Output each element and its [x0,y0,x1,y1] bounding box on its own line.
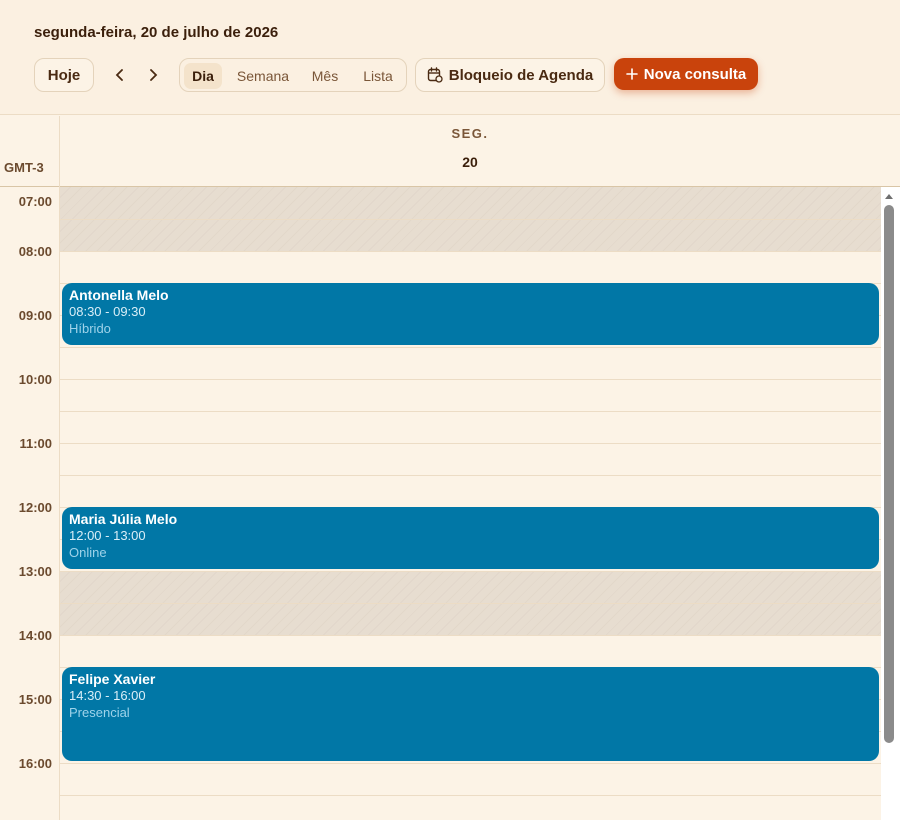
weekday-label: SEG. [451,126,489,141]
event-mode: Híbrido [69,321,111,336]
grid-line [60,411,881,412]
grid-line [60,603,881,604]
time-grid: 07:00 08:00 09:00 10:00 11:00 12:00 13:0… [0,187,900,820]
hour-label: 13:00 [18,564,52,579]
grid-line [60,571,881,572]
tab-mes[interactable]: Mês [306,63,344,89]
grid-line [60,443,881,444]
tab-lista[interactable]: Lista [356,63,400,89]
grid-line [60,635,881,636]
timezone-label: GMT-3 [4,160,44,175]
hour-label: 10:00 [18,372,52,387]
hour-label: 12:00 [18,500,52,515]
event-patient-name: Maria Júlia Melo [69,511,178,527]
next-day-button[interactable] [141,58,165,92]
tab-semana[interactable]: Semana [230,63,296,89]
calendar-header: segunda-feira, 20 de julho de 2026 Hoje … [0,0,900,115]
scrollbar-thumb[interactable] [884,205,894,743]
hour-label: 16:00 [18,756,52,771]
previous-day-button[interactable] [108,58,132,92]
day-column-header: GMT-3 SEG. 20 [0,116,900,187]
new-appointment-button[interactable]: Nova consulta [614,58,758,90]
calendar-settings-icon [427,67,443,83]
day-number: 20 [462,154,478,170]
chevron-right-icon [150,69,158,81]
grid-line [60,219,881,220]
event-time: 12:00 - 13:00 [69,528,146,543]
day-slots[interactable]: Antonella Melo 08:30 - 09:30 Híbrido Mar… [60,187,881,820]
view-switcher: Dia Semana Mês Lista [179,58,407,92]
hour-label: 14:00 [18,628,52,643]
date-title: segunda-feira, 20 de julho de 2026 [34,24,279,41]
time-axis: 07:00 08:00 09:00 10:00 11:00 12:00 13:0… [0,187,59,820]
grid-line [60,379,881,380]
hour-label: 11:00 [19,436,52,451]
hour-label: 07:00 [18,194,52,209]
grid-line [60,475,881,476]
block-schedule-button[interactable]: Bloqueio de Agenda [415,58,605,92]
grid-line [60,251,881,252]
today-button[interactable]: Hoje [34,58,94,92]
hour-label: 09:00 [18,308,52,323]
appointment-event[interactable]: Felipe Xavier 14:30 - 16:00 Presencial [62,667,879,761]
event-patient-name: Felipe Xavier [69,671,156,687]
hour-label: 08:00 [18,244,52,259]
appointment-event[interactable]: Antonella Melo 08:30 - 09:30 Híbrido [62,283,879,345]
scroll-up-button[interactable] [881,190,896,202]
arrow-up-icon [884,194,893,199]
event-time: 14:30 - 16:00 [69,688,146,703]
block-schedule-label: Bloqueio de Agenda [448,66,594,84]
hour-label: 15:00 [18,692,52,707]
plus-icon [625,68,638,80]
event-mode: Presencial [69,705,130,720]
grid-line [60,763,881,764]
grid-line [60,795,881,796]
new-appointment-label: Nova consulta [643,65,747,83]
event-time: 08:30 - 09:30 [69,304,146,319]
chevron-left-icon [115,69,123,81]
grid-line [60,347,881,348]
event-mode: Online [69,545,107,560]
appointment-event[interactable]: Maria Júlia Melo 12:00 - 13:00 Online [62,507,879,569]
tab-dia[interactable]: Dia [184,63,222,89]
event-patient-name: Antonella Melo [69,287,169,303]
